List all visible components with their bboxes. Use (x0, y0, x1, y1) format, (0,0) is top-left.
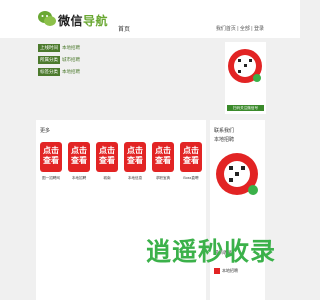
logo-text-primary: 微信 (58, 14, 84, 28)
account-poster[interactable]: 点击 查看 (40, 142, 62, 172)
top-bar: 微信导航 首页 我们首页 | 全部 | 登录 (0, 0, 300, 38)
info-value[interactable]: 本地招聘 (62, 45, 80, 51)
info-row-3: 标签分类 本地招聘 (38, 68, 80, 76)
account-caption[interactable]: 城南 (96, 176, 118, 181)
account-caption[interactable]: 图一招聘网 (40, 176, 62, 181)
account-card[interactable]: 点击 查看 Boss直聘 (180, 142, 202, 184)
account-poster[interactable]: 点击 查看 (180, 142, 202, 172)
contact-title: 联系我们 (214, 128, 235, 134)
account-caption[interactable]: 求职宝典 (152, 176, 174, 181)
account-card[interactable]: 点击 查看 本地信息 (124, 142, 146, 184)
site-logo-text[interactable]: 微信导航 (58, 12, 108, 29)
info-row-2: 所属分类 城市招聘 (38, 56, 80, 64)
account-card[interactable]: 点击 查看 城南 (96, 142, 118, 184)
nav-home-link[interactable]: 首页 (118, 24, 130, 33)
top-links[interactable]: 我们首页 | 全部 | 登录 (216, 25, 264, 32)
info-row-1: 上线时间 本地招聘 (38, 44, 80, 52)
latest-thumb (214, 268, 220, 274)
info-tag: 上线时间 (38, 44, 60, 52)
wechat-logo-icon[interactable] (37, 9, 57, 29)
info-value[interactable]: 城市招聘 (62, 57, 80, 63)
info-tag: 标签分类 (38, 68, 60, 76)
more-panel: 更多 点击 查看 图一招聘网 点击 查看 本地招聘 点击 查看 城南 点击 查看 本地信… (36, 120, 206, 300)
follow-wechat-button[interactable]: 扫码关注微信号 (227, 105, 264, 111)
info-tag: 所属分类 (38, 56, 60, 64)
latest-item-label[interactable]: 本地招聘 (222, 268, 238, 274)
account-poster[interactable]: 点击 查看 (152, 142, 174, 172)
panel-title: 更多 (40, 128, 51, 134)
account-caption[interactable]: 本地信息 (124, 176, 146, 181)
latest-item[interactable]: 本地招聘 (214, 268, 238, 274)
account-card[interactable]: 点击 查看 求职宝典 (152, 142, 174, 184)
contact-qr-image (216, 153, 258, 195)
account-poster[interactable]: 点击 查看 (96, 142, 118, 172)
contact-subtitle: 本地招聘 (214, 137, 235, 143)
qr-code-image (228, 49, 262, 83)
account-caption[interactable]: Boss直聘 (180, 176, 202, 181)
account-caption[interactable]: 本地招聘 (68, 176, 90, 181)
watermark-text: 逍遥秒收录 (146, 238, 277, 266)
logo-text-highlight: 导航 (83, 14, 109, 28)
account-card[interactable]: 点击 查看 图一招聘网 (40, 142, 62, 184)
account-poster[interactable]: 点击 查看 (124, 142, 146, 172)
side-qr-card: 扫码关注微信号 (225, 42, 266, 114)
account-poster[interactable]: 点击 查看 (68, 142, 90, 172)
info-value[interactable]: 本地招聘 (62, 69, 80, 75)
account-card[interactable]: 点击 查看 本地招聘 (68, 142, 90, 184)
